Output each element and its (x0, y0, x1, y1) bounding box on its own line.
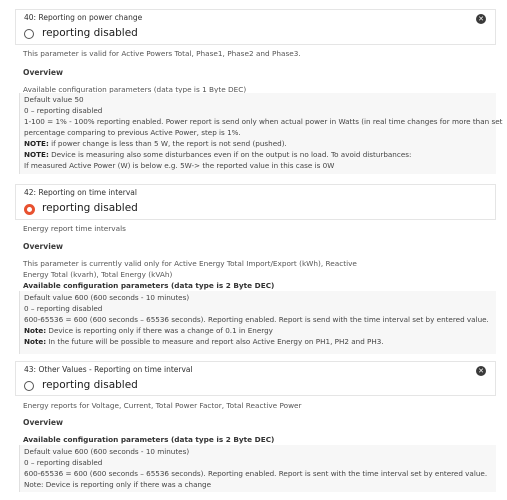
detail-line: If measured Active Power (W) is below e.… (24, 161, 335, 170)
param-43-available-params: Available configuration parameters (data… (23, 435, 275, 444)
param-42-intro-line: Energy Total (kvarh), Total Energy (kVAh… (23, 270, 173, 279)
param-42-available-params: Available configuration parameters (data… (23, 281, 275, 290)
param-43-radio-label[interactable]: reporting disabled (42, 379, 138, 391)
close-icon[interactable]: ✕ (476, 14, 486, 24)
param-40-radio-label[interactable]: reporting disabled (42, 27, 138, 39)
detail-line: Default value 600 (600 seconds - 10 minu… (24, 447, 190, 456)
detail-line: 0 – reporting disabled (24, 106, 103, 115)
note-label: Note: (24, 337, 47, 346)
param-42-overview-heading: Overview (23, 242, 64, 251)
note-text: if power change is less than 5 W, the re… (48, 139, 287, 148)
radio-icon[interactable] (24, 29, 34, 39)
radio-icon[interactable] (24, 381, 34, 391)
param-40-details-box: Default value 50 0 – reporting disabled … (19, 93, 502, 174)
note-line: Note: In the future will be possible to … (24, 337, 384, 346)
detail-line: 1-100 = 1% - 100% reporting enabled. Pow… (24, 117, 503, 126)
note-line: NOTE: Device is measuring also some dist… (24, 150, 411, 159)
detail-line: Note: Device is reporting only if there … (24, 480, 212, 489)
detail-line: 0 – reporting disabled (24, 458, 103, 467)
close-icon[interactable]: ✕ (476, 366, 486, 376)
note-line: NOTE: if power change is less than 5 W, … (24, 139, 287, 148)
radio-icon[interactable] (24, 204, 35, 215)
param-40-title: 40: Reporting on power change (24, 13, 143, 22)
param-43-overview-heading: Overview (23, 418, 64, 427)
detail-line: 0 – reporting disabled (24, 304, 103, 313)
param-40-overview-heading: Overview (23, 68, 64, 77)
param-42-header: 42: Reporting on time interval reporting… (15, 184, 496, 220)
note-text: Device is reporting only if there was a … (46, 326, 273, 335)
note-text: In the future will be possible to measur… (46, 337, 384, 346)
note-label: NOTE: (24, 139, 49, 148)
detail-line: percentage comparing to previous Active … (24, 128, 241, 137)
note-line: Note: Device is reporting only if there … (24, 326, 273, 335)
param-42-intro-line: This parameter is currently valid only f… (23, 259, 357, 268)
param-42-description: Energy report time intervals (23, 224, 126, 233)
param-42-radio-label[interactable]: reporting disabled (42, 202, 138, 214)
param-43-details-box: Default value 600 (600 seconds - 10 minu… (19, 445, 496, 492)
note-text: Device is measuring also some disturbanc… (48, 150, 412, 159)
parameter-list: 40: Reporting on power change ✕ reportin… (0, 0, 507, 500)
param-40-header: 40: Reporting on power change ✕ reportin… (15, 9, 496, 45)
note-label: Note: (24, 326, 47, 335)
param-40-description: This parameter is valid for Active Power… (23, 49, 301, 58)
detail-line: Default value 50 (24, 95, 84, 104)
note-label: NOTE: (24, 150, 49, 159)
param-42-details-box: Default value 600 (600 seconds - 10 minu… (19, 291, 496, 354)
param-42-title: 42: Reporting on time interval (24, 188, 137, 197)
detail-line: Default value 600 (600 seconds - 10 minu… (24, 293, 190, 302)
param-43-header: 43: Other Values - Reporting on time int… (15, 361, 496, 396)
param-43-description: Energy reports for Voltage, Current, Tot… (23, 401, 302, 410)
detail-line: 600-65536 = 600 (600 seconds – 65536 sec… (24, 469, 488, 478)
param-43-title: 43: Other Values - Reporting on time int… (24, 365, 193, 374)
detail-line: 600-65536 = 600 (600 seconds – 65536 sec… (24, 315, 489, 324)
